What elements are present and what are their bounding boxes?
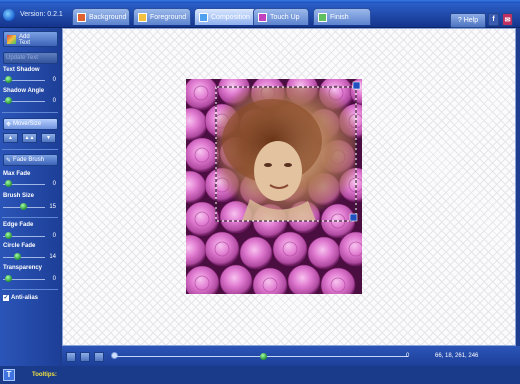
zoom-value: 0 <box>406 353 410 359</box>
add-text-button[interactable]: Add Text <box>3 31 58 47</box>
slider-knob[interactable] <box>5 97 12 104</box>
brush-size-label: Brush Size <box>3 193 35 199</box>
fade-brush-button[interactable]: ✎ Fade Brush <box>3 154 58 166</box>
circle-fade-label: Circle Fade <box>3 243 36 249</box>
send-back-button[interactable]: ▼ <box>41 133 56 143</box>
text-shadow-slider[interactable] <box>3 76 45 84</box>
tab-background[interactable]: Background <box>72 8 130 25</box>
tab-touch-up[interactable]: Touch Up <box>253 8 309 25</box>
finish-tab-icon <box>318 12 327 22</box>
sidebar-divider <box>2 149 58 150</box>
transparency-label: Transparency <box>3 265 43 271</box>
fit-view-button[interactable] <box>66 352 76 362</box>
brush-size-value: 15 <box>49 204 56 210</box>
mail-icon: ✉ <box>504 16 511 24</box>
background-tab-icon <box>77 12 86 22</box>
transparency-value: 0 <box>52 276 56 282</box>
tab-touch-up-label: Touch Up <box>270 13 300 21</box>
composition-tab-icon <box>199 12 208 22</box>
add-text-icon <box>7 35 16 44</box>
app-logo-icon <box>3 9 15 21</box>
rotate-handle[interactable] <box>352 81 361 90</box>
anti-alias-label: Anti-alias <box>11 295 39 301</box>
edge-fade-slider[interactable] <box>3 232 45 240</box>
shadow-angle-slider[interactable] <box>3 97 45 105</box>
text-shadow-value: 0 <box>52 77 56 83</box>
help-button[interactable]: ? Help <box>450 13 486 28</box>
portrait-overlay[interactable] <box>215 81 361 222</box>
edge-fade-label: Edge Fade <box>3 222 34 228</box>
tab-foreground-label: Foreground <box>150 13 187 21</box>
slider-knob[interactable] <box>5 180 12 187</box>
pixel-info: 66, 18, 261, 246 <box>435 353 479 359</box>
help-icon: ? <box>457 17 462 24</box>
move-size-icon: ✥ <box>6 121 12 128</box>
tab-finish[interactable]: Finish <box>313 8 371 25</box>
bring-front-button[interactable]: ▲ <box>3 133 18 143</box>
sidebar-divider <box>2 289 58 290</box>
circle-fade-slider[interactable] <box>3 253 45 261</box>
touchup-tab-icon <box>258 12 267 22</box>
mail-button[interactable]: ✉ <box>502 13 513 26</box>
max-fade-slider[interactable] <box>3 180 45 188</box>
slider-knob[interactable] <box>5 76 12 83</box>
shadow-angle-value: 0 <box>52 98 56 104</box>
slider-knob[interactable] <box>5 275 12 282</box>
sidebar-divider <box>2 112 58 113</box>
move-size-button[interactable]: ✥ Move/Size <box>3 118 58 130</box>
text-shadow-label: Text Shadow <box>3 67 40 73</box>
text-tool-icon[interactable]: T <box>3 369 15 381</box>
fade-brush-icon: ✎ <box>6 157 12 164</box>
version-label: Version: 0.2.1 <box>20 11 63 18</box>
actual-size-button[interactable] <box>94 352 104 362</box>
shadow-angle-label: Shadow Angle <box>3 88 45 94</box>
tab-background-label: Background <box>89 13 127 21</box>
help-label: Help <box>463 17 479 24</box>
rose-background-photo <box>186 79 362 294</box>
bottom-toolbar: 0 66, 18, 261, 246 <box>62 346 520 366</box>
max-fade-value: 0 <box>52 181 56 187</box>
circle-fade-value: 14 <box>49 254 56 260</box>
resize-handle[interactable] <box>349 213 358 222</box>
facebook-button[interactable]: f <box>488 13 499 26</box>
tab-finish-label: Finish <box>330 13 349 21</box>
tab-foreground[interactable]: Foreground <box>133 8 191 25</box>
add-text-label-2: Text <box>19 40 31 46</box>
transparency-slider[interactable] <box>3 275 45 283</box>
slider-knob[interactable] <box>20 203 27 210</box>
zoom-fit-button[interactable] <box>80 352 90 362</box>
update-text-label: Update Text <box>6 55 38 61</box>
sidebar-divider <box>2 217 58 218</box>
tab-composition-label: Composition <box>211 13 250 21</box>
brush-size-slider[interactable] <box>3 203 45 211</box>
slider-knob[interactable] <box>5 232 12 239</box>
bring-forward-button[interactable]: ▲▲ <box>22 133 37 143</box>
status-bar: T Tooltips: <box>0 366 520 384</box>
facebook-icon: f <box>492 16 495 23</box>
top-toolbar: Version: 0.2.1 Background Foreground Com… <box>0 3 520 28</box>
edge-fade-value: 0 <box>52 233 56 239</box>
foreground-tab-icon <box>138 12 147 22</box>
tooltips-label: Tooltips: <box>32 372 57 378</box>
max-fade-label: Max Fade <box>3 171 31 177</box>
composition-image[interactable] <box>186 79 362 294</box>
tab-composition[interactable]: Composition <box>194 8 258 25</box>
move-size-label: Move/Size <box>13 121 42 127</box>
fade-brush-label: Fade Brush <box>13 157 45 163</box>
slider-track <box>3 257 45 258</box>
zoom-slider-knob[interactable] <box>260 353 267 360</box>
checkbox-icon[interactable]: ✓ <box>3 295 9 301</box>
update-text-button[interactable]: Update Text <box>3 52 58 64</box>
left-sidebar: Add Text Update Text Text Shadow 0 Shado… <box>0 28 60 366</box>
anti-alias-checkbox[interactable]: ✓ Anti-alias <box>3 295 38 301</box>
slider-knob[interactable] <box>14 253 21 260</box>
